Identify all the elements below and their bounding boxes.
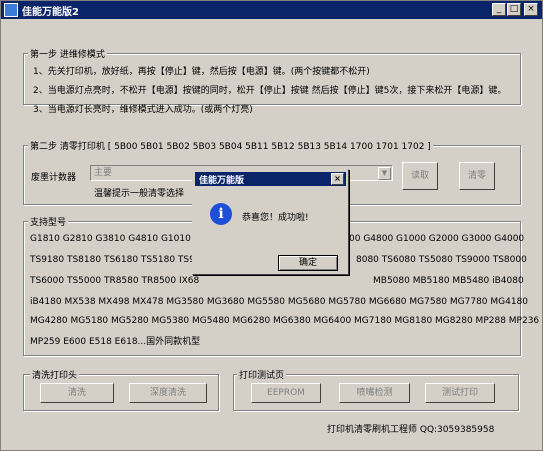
waste-ink-counter-label: 废墨计数器 — [31, 173, 77, 183]
step1-line-1: 1、先关打印机，放好纸，再按【停止】键，然后按【电源】键。(两个按键都不松开) — [33, 67, 370, 77]
models-line-2b: 8080 TS6080 TS5080 TS9000 TS8000 — [356, 255, 527, 265]
window-title: 佳能万能版2 — [22, 7, 79, 18]
step1-line-2: 2、当电源灯点亮时，不松开【电源】按键的同时，松开【停止】按键 然后按【停止】键… — [33, 86, 507, 96]
maximize-button[interactable]: □ — [507, 3, 521, 16]
clean-group: 清洗打印头 清洗 深度清洗 — [23, 368, 219, 411]
dialog-close-button[interactable]: × — [331, 173, 344, 185]
eeprom-button[interactable]: EEPROM — [251, 383, 321, 403]
counter-select-value: 主要 — [94, 168, 113, 178]
step2-legend: 第二步 清零打印机 [ 5B00 5B01 5B02 5B03 5B04 5B1… — [28, 139, 433, 152]
dialog-title: 佳能万能版 — [199, 176, 245, 186]
close-button[interactable]: × — [524, 3, 538, 16]
models-line-2a: TS9180 TS8180 TS6180 TS5180 TS91 — [30, 255, 201, 265]
dialog-title-bar[interactable]: 佳能万能版 × — [195, 172, 346, 186]
success-dialog: 佳能万能版 × i 恭喜您！成功啦! 确定 — [192, 169, 349, 275]
test-print-button[interactable]: 测试打印 — [425, 383, 495, 403]
models-line-6: MP259 E600 E518 E618...国外同款机型 — [30, 337, 201, 347]
read-button[interactable]: 读取 — [402, 162, 438, 190]
models-line-3b: MB5080 MB5180 MB5480 iB4080 — [373, 276, 524, 286]
title-bar[interactable]: 佳能万能版2 _ □ × — [1, 1, 542, 19]
dialog-message: 恭喜您！成功啦! — [242, 213, 309, 223]
ok-button[interactable]: 确定 — [278, 255, 338, 271]
models-line-5: MG4280 MG5180 MG5280 MG5380 MG5480 MG628… — [30, 316, 540, 326]
test-legend: 打印测试页 — [237, 368, 287, 381]
clean-legend: 清洗打印头 — [30, 368, 80, 381]
app-icon — [4, 3, 18, 17]
models-line-3a: TS6000 TS5000 TR8580 TR8500 IX68 — [30, 276, 200, 286]
info-icon: i — [210, 203, 232, 225]
models-legend: 支持型号 — [28, 215, 69, 228]
models-line-4: iB4180 MX538 MX498 MX478 MG3580 MG3680 M… — [30, 297, 529, 307]
step1-line-3: 3、当电源灯长亮时，维修模式进入成功。(或两个灯亮) — [33, 105, 253, 115]
step1-legend: 第一步 进维修模式 — [28, 47, 107, 60]
hint-text: 温馨提示一般清零选择 — [94, 189, 185, 199]
models-line-1a: G1810 G2810 G3810 G4810 G1010 G20 — [30, 234, 213, 244]
clean-button[interactable]: 清洗 — [40, 383, 114, 403]
footer-contact: 打印机清零刷机工程师 QQ:3059385958 — [327, 425, 495, 435]
test-group: 打印测试页 EEPROM 喷嘴检测 测试打印 — [233, 368, 519, 411]
models-line-1b: 00 G4800 G1000 G2000 G3000 G4000 — [349, 234, 525, 244]
main-window: 佳能万能版2 _ □ × 第一步 进维修模式 1、先关打印机，放好纸，再按【停止… — [0, 0, 543, 451]
step1-group: 第一步 进维修模式 1、先关打印机，放好纸，再按【停止】键，然后按【电源】键。(… — [23, 47, 521, 115]
clear-button[interactable]: 清零 — [459, 162, 495, 190]
minimize-button[interactable]: _ — [492, 3, 506, 16]
nozzle-check-button[interactable]: 喷嘴检测 — [339, 383, 410, 403]
deep-clean-button[interactable]: 深度清洗 — [129, 383, 207, 403]
chevron-down-icon[interactable]: ▼ — [378, 167, 391, 180]
